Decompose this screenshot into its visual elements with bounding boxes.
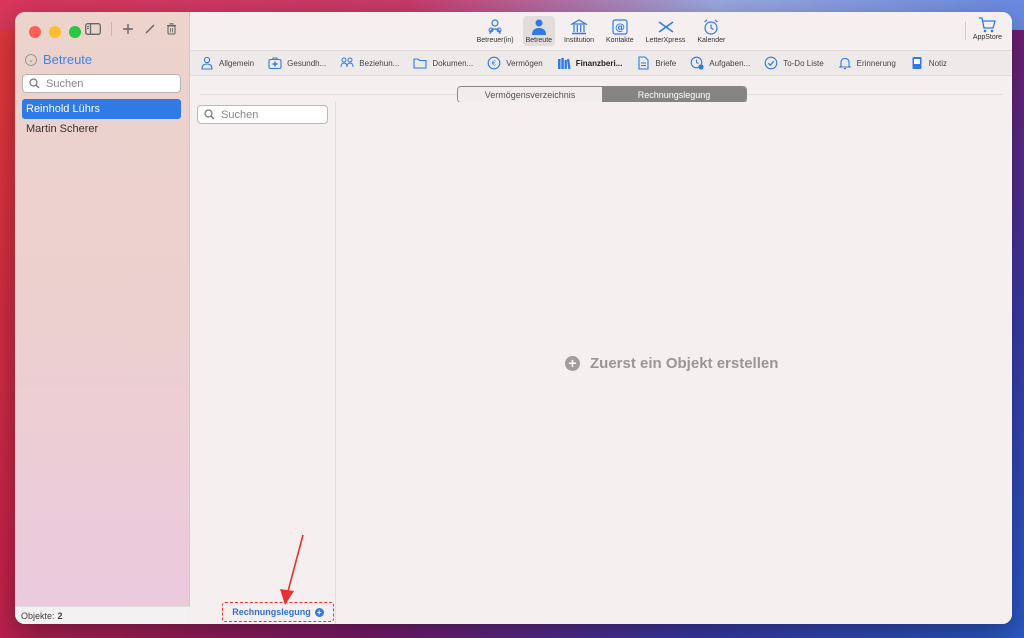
people-icon — [488, 19, 502, 35]
medical-kit-icon — [268, 57, 282, 70]
svg-text:€: € — [492, 60, 496, 68]
books-icon — [557, 58, 571, 70]
tab-beziehungen[interactable]: Beziehun... — [340, 56, 399, 70]
tab-label: Erinnerung — [856, 58, 896, 68]
tab-gesundheit[interactable]: Gesundh... — [268, 56, 326, 70]
tab-label: Dokumen... — [432, 58, 474, 68]
toolbar-separator — [965, 22, 966, 40]
tab-label: To-Do Liste — [783, 58, 824, 68]
toolbar-letterxpress-button[interactable]: LetterXpress — [643, 16, 689, 46]
person-outline-icon — [201, 56, 213, 70]
toolbar-letterxpress-label: LetterXpress — [645, 37, 686, 44]
cart-icon — [979, 17, 997, 33]
at-icon: @ — [612, 19, 628, 35]
tab-finanzberichte[interactable]: Finanzberi... — [557, 56, 623, 70]
toolbar-kalender-button[interactable]: Kalender — [694, 16, 728, 46]
toolbar-institution-label: Institution — [564, 37, 595, 44]
toolbar-kalender-label: Kalender — [697, 37, 726, 44]
edit-icon[interactable] — [144, 23, 156, 35]
sidebar-footer: Objekte: 2 — [15, 606, 190, 624]
toolbar-institution-button[interactable]: Institution — [561, 16, 597, 46]
person-list: Reinhold Lührs Martin Scherer — [22, 99, 181, 139]
toolbar-betreuer-label: Betreuer(in) — [476, 37, 514, 44]
search-placeholder: Suchen — [221, 108, 259, 121]
tab-label: Aufgaben... — [709, 58, 751, 68]
tab-dokumente[interactable]: Dokumen... — [413, 56, 473, 70]
list-item[interactable]: Martin Scherer — [22, 119, 181, 139]
person-icon — [531, 19, 546, 35]
toolbar-betreute-button[interactable]: Betreute — [522, 16, 556, 46]
sidebar-title: Betreute — [43, 52, 93, 67]
tab-label: Finanzberi... — [575, 58, 623, 68]
search-placeholder: Suchen — [46, 77, 84, 90]
plus-circle-icon: + — [314, 607, 324, 617]
sidebar: ⌄ Betreute Suchen Reinhold Lührs Martin … — [15, 12, 190, 624]
checkmark-circle-icon — [764, 56, 778, 70]
plus-circle-icon: + — [565, 356, 580, 371]
toolbar-betreuer-button[interactable]: Betreuer(in) — [474, 16, 517, 46]
view-segmented-control: Vermögensverzeichnis Rechnungslegung — [457, 86, 747, 103]
sidebar-header[interactable]: ⌄ Betreute — [25, 52, 92, 67]
toolbar-kontakte-label: Kontakte — [606, 37, 634, 44]
relations-icon — [340, 57, 354, 68]
trash-icon[interactable] — [166, 23, 177, 35]
tab-notiz[interactable]: Notiz — [910, 56, 947, 70]
tab-label: Beziehun... — [359, 58, 400, 68]
tab-todo-liste[interactable]: To-Do Liste — [764, 56, 824, 70]
segment-vermoegensverzeichnis[interactable]: Vermögensverzeichnis — [458, 87, 602, 102]
tab-erinnerung[interactable]: Erinnerung — [838, 56, 896, 70]
building-icon — [570, 19, 589, 35]
search-icon — [204, 109, 215, 120]
segment-rechnungslegung[interactable]: Rechnungslegung — [602, 87, 746, 102]
object-count-label: Objekte: — [21, 610, 55, 621]
tab-allgemein[interactable]: Allgemein — [200, 56, 254, 70]
tab-label: Gesundh... — [287, 58, 327, 68]
zoom-window-button[interactable] — [69, 26, 81, 38]
toolbar-kontakte-button[interactable]: @ Kontakte — [603, 16, 637, 46]
close-window-button[interactable] — [29, 26, 41, 38]
letterxpress-icon — [658, 21, 673, 33]
chevron-down-icon: ⌄ — [25, 53, 37, 66]
svg-text:@: @ — [615, 23, 625, 34]
toolbar-separator — [111, 22, 112, 36]
tab-label: Allgemein — [219, 58, 255, 68]
main-toolbar: Betreuer(in) Betreute Institution @ Kont… — [190, 12, 1012, 49]
annotation-arrow-icon — [280, 534, 304, 605]
document-icon — [638, 56, 649, 70]
app-window: ⌄ Betreute Suchen Reinhold Lührs Martin … — [15, 12, 1012, 624]
sidebar-search-input[interactable]: Suchen — [22, 74, 181, 93]
section-tabs: Allgemein Gesundh... Beziehun... Dokumen… — [190, 50, 1012, 76]
empty-state: + Zuerst ein Objekt erstellen — [565, 355, 778, 372]
appstore-label: AppStore — [972, 34, 1002, 41]
appstore-button[interactable]: AppStore — [973, 16, 1002, 41]
add-icon[interactable] — [122, 23, 134, 35]
clock-check-icon — [690, 56, 704, 70]
tab-vermoegen[interactable]: € Vermögen — [487, 56, 543, 70]
window-controls — [29, 26, 81, 38]
detail-pane: + Zuerst ein Objekt erstellen — [337, 102, 1012, 624]
bell-icon — [838, 57, 851, 70]
search-icon — [29, 78, 40, 89]
minimize-window-button[interactable] — [49, 26, 61, 38]
empty-state-message: Zuerst ein Objekt erstellen — [590, 355, 779, 372]
list-item[interactable]: Reinhold Lührs — [22, 99, 181, 119]
tab-label: Notiz — [928, 58, 948, 68]
alarm-icon — [704, 19, 719, 35]
tab-label: Briefe — [655, 58, 677, 68]
sidebar-toggle-icon[interactable] — [85, 23, 101, 35]
tab-label: Vermögen — [506, 58, 543, 68]
list-search-input[interactable]: Suchen — [197, 105, 328, 124]
toolbar-betreute-label: Betreute — [525, 37, 553, 44]
euro-icon: € — [487, 56, 501, 70]
notepad-icon — [912, 57, 922, 69]
folder-icon — [413, 58, 427, 69]
tab-briefe[interactable]: Briefe — [636, 56, 676, 70]
object-count-value: 2 — [57, 610, 63, 621]
sidebar-toolbar — [85, 22, 177, 36]
tab-aufgaben[interactable]: Aufgaben... — [690, 56, 750, 70]
